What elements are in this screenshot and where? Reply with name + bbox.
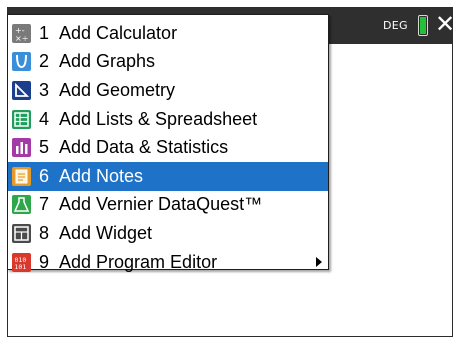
menu-item-add-graphs[interactable]: 2 Add Graphs bbox=[8, 48, 328, 77]
svg-text:101: 101 bbox=[15, 263, 27, 271]
menu-item-number: 6 bbox=[39, 165, 50, 186]
dataquest-icon bbox=[12, 195, 31, 215]
notes-icon bbox=[12, 166, 31, 186]
calculator-icon: +- ×÷ bbox=[12, 23, 31, 43]
menu-item-number: 4 bbox=[39, 108, 50, 129]
insert-page-menu: +- ×÷ 1 Add Calculator 2 Add Graphs 3 Add… bbox=[7, 14, 329, 272]
graphs-icon bbox=[12, 52, 31, 72]
menu-item-add-notes[interactable]: 6 Add Notes bbox=[8, 161, 328, 191]
menu-item-number: 1 bbox=[39, 22, 50, 43]
menu-item-label: Add Vernier DataQuest™ bbox=[59, 194, 263, 215]
program-editor-icon: 010 101 bbox=[12, 252, 31, 272]
menu-item-label: Add Notes bbox=[59, 165, 144, 186]
menu-item-add-lists-spreadsheet[interactable]: 4 Add Lists & Spreadsheet bbox=[8, 105, 328, 134]
menu-item-number: 9 bbox=[39, 251, 50, 272]
spreadsheet-icon bbox=[12, 109, 31, 129]
menu-item-add-data-statistics[interactable]: 5 Add Data & Statistics bbox=[8, 133, 328, 162]
menu-item-label: Add Calculator bbox=[59, 22, 178, 43]
menu-item-add-vernier-dataquest[interactable]: 7 Add Vernier DataQuest™ bbox=[8, 191, 328, 220]
menu-item-label: Add Geometry bbox=[59, 79, 176, 100]
menu-item-label: Add Graphs bbox=[59, 51, 156, 72]
widget-icon bbox=[12, 223, 31, 243]
menu-item-add-program-editor[interactable]: 010 101 9 Add Program Editor bbox=[8, 248, 328, 277]
menu-item-add-geometry[interactable]: 3 Add Geometry bbox=[8, 76, 328, 105]
menu-item-number: 5 bbox=[39, 137, 50, 158]
battery-icon bbox=[418, 15, 428, 36]
menu-item-add-calculator[interactable]: +- ×÷ 1 Add Calculator bbox=[8, 19, 328, 48]
statistics-icon bbox=[12, 138, 31, 158]
menu-item-number: 7 bbox=[39, 194, 50, 215]
menu-item-add-widget[interactable]: 8 Add Widget bbox=[8, 219, 328, 248]
submenu-arrow-icon bbox=[316, 257, 322, 268]
menu-item-label: Add Widget bbox=[59, 222, 153, 243]
menu-item-label: Add Data & Statistics bbox=[59, 137, 229, 158]
menu-item-number: 3 bbox=[39, 79, 50, 100]
svg-text:×÷: ×÷ bbox=[15, 34, 28, 43]
close-icon[interactable]: ✕ bbox=[435, 12, 453, 36]
menu-item-label: Add Lists & Spreadsheet bbox=[59, 108, 258, 129]
menu-item-label: Add Program Editor bbox=[59, 251, 218, 272]
geometry-icon bbox=[12, 80, 31, 100]
angle-mode-indicator[interactable]: DEG bbox=[383, 19, 408, 32]
menu-item-number: 2 bbox=[39, 51, 50, 72]
menu-item-number: 8 bbox=[39, 222, 50, 243]
battery-fill bbox=[420, 17, 426, 34]
